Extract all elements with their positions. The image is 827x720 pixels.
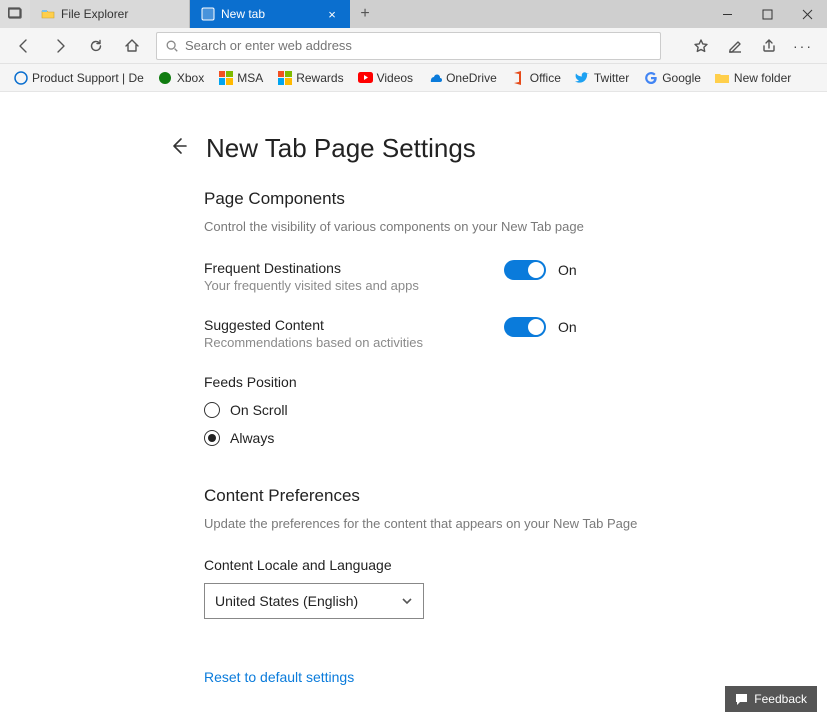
close-tab-button[interactable]: × <box>324 7 340 22</box>
microsoft-icon <box>218 70 233 85</box>
radio-always[interactable]: Always <box>204 430 660 446</box>
microsoft-icon <box>277 70 292 85</box>
home-button[interactable] <box>116 32 148 60</box>
toggle-state-label: On <box>558 319 577 335</box>
page-title: New Tab Page Settings <box>206 133 476 164</box>
setting-frequent-destinations: Frequent Destinations Your frequently vi… <box>204 260 660 293</box>
radio-icon <box>204 402 220 418</box>
locale-label: Content Locale and Language <box>204 557 660 573</box>
fav-product-support[interactable]: Product Support | De <box>8 68 149 87</box>
setting-title: Frequent Destinations <box>204 260 504 276</box>
search-icon <box>165 39 179 53</box>
folder-icon <box>715 70 730 85</box>
fav-rewards[interactable]: Rewards <box>272 68 348 87</box>
setting-subtitle: Your frequently visited sites and apps <box>204 278 504 293</box>
tab-file-explorer[interactable]: File Explorer <box>30 0 190 28</box>
notes-button[interactable] <box>719 32 751 60</box>
address-bar[interactable] <box>156 32 661 60</box>
favorites-button[interactable] <box>685 32 717 60</box>
google-icon <box>643 70 658 85</box>
folder-icon <box>40 7 55 22</box>
onedrive-icon <box>427 70 442 85</box>
dell-icon <box>13 70 28 85</box>
setting-title: Suggested Content <box>204 317 504 333</box>
fav-xbox[interactable]: Xbox <box>153 68 209 87</box>
section-desc-preferences: Update the preferences for the content t… <box>204 516 660 531</box>
refresh-button[interactable] <box>80 32 112 60</box>
feeds-position-group: Feeds Position On Scroll Always <box>204 374 660 446</box>
feeds-heading: Feeds Position <box>204 374 660 390</box>
favorites-bar: Product Support | De Xbox MSA Rewards Vi… <box>0 64 827 92</box>
minimize-button[interactable] <box>707 0 747 28</box>
fav-onedrive[interactable]: OneDrive <box>422 68 502 87</box>
tab-label: File Explorer <box>61 7 128 21</box>
section-desc-components: Control the visibility of various compon… <box>204 219 660 234</box>
fav-new-folder[interactable]: New folder <box>710 68 796 87</box>
share-button[interactable] <box>753 32 785 60</box>
more-button[interactable]: ··· <box>787 32 819 60</box>
tab-label: New tab <box>221 7 265 21</box>
task-view-button[interactable] <box>0 0 30 28</box>
address-input[interactable] <box>185 38 652 53</box>
fav-twitter[interactable]: Twitter <box>570 68 634 87</box>
browser-toolbar: ··· <box>0 28 827 64</box>
locale-value: United States (English) <box>215 593 358 609</box>
youtube-icon <box>358 70 373 85</box>
back-button[interactable] <box>8 32 40 60</box>
setting-subtitle: Recommendations based on activities <box>204 335 504 350</box>
edge-icon <box>200 7 215 22</box>
twitter-icon <box>575 70 590 85</box>
settings-back-button[interactable] <box>164 132 192 165</box>
maximize-button[interactable] <box>747 0 787 28</box>
tab-new-tab[interactable]: New tab × <box>190 0 350 28</box>
fav-videos[interactable]: Videos <box>353 68 418 87</box>
close-window-button[interactable] <box>787 0 827 28</box>
section-heading-components: Page Components <box>204 189 660 209</box>
fav-google[interactable]: Google <box>638 68 706 87</box>
xbox-icon <box>158 70 173 85</box>
chevron-down-icon <box>401 595 413 607</box>
page-content: New Tab Page Settings Page Components Co… <box>0 92 827 720</box>
office-icon <box>511 70 526 85</box>
feedback-button[interactable]: Feedback <box>725 686 817 712</box>
title-bar: File Explorer New tab × + <box>0 0 827 28</box>
toggle-frequent-destinations[interactable] <box>504 260 546 280</box>
toggle-state-label: On <box>558 262 577 278</box>
forward-button[interactable] <box>44 32 76 60</box>
toggle-suggested-content[interactable] <box>504 317 546 337</box>
feedback-icon <box>735 693 748 706</box>
radio-icon <box>204 430 220 446</box>
radio-on-scroll[interactable]: On Scroll <box>204 402 660 418</box>
fav-msa[interactable]: MSA <box>213 68 268 87</box>
section-heading-preferences: Content Preferences <box>204 486 660 506</box>
new-tab-button[interactable]: + <box>350 0 380 28</box>
reset-default-link[interactable]: Reset to default settings <box>204 669 660 685</box>
fav-office[interactable]: Office <box>506 68 566 87</box>
locale-select[interactable]: United States (English) <box>204 583 424 619</box>
setting-suggested-content: Suggested Content Recommendations based … <box>204 317 660 350</box>
